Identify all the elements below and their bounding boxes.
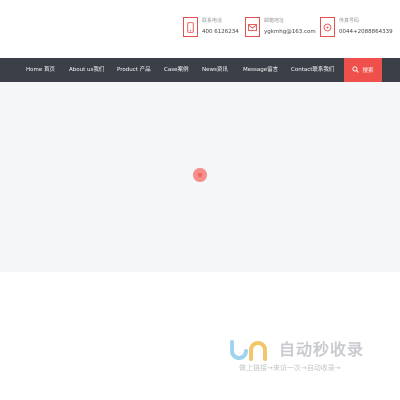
nav-item-home[interactable]: Home 首页: [26, 58, 55, 82]
nav-item-case[interactable]: Case案例: [164, 58, 188, 82]
contact-value: 400 6126234: [202, 29, 239, 35]
search-icon: [352, 65, 360, 75]
loading-dot: [198, 173, 202, 177]
contact-label: 联系电话: [202, 18, 223, 24]
loading-spinner-icon: [193, 168, 207, 182]
contact-label: 邮箱地址: [264, 18, 285, 24]
contact-label: 传真号码: [339, 18, 360, 24]
phone-icon: [183, 17, 198, 37]
mail-icon: [245, 17, 260, 37]
fax-icon: [320, 17, 335, 37]
watermark-logo-icon: [230, 340, 267, 361]
nav-item-product[interactable]: Product 产品: [117, 58, 151, 82]
nav-item-message[interactable]: Message留言: [243, 58, 278, 82]
watermark-subtitle: 做上链接→来访一次→自动收录→: [239, 364, 341, 372]
top-contact-bar: 联系电话 400 6126234 邮箱地址 ygkmhg@163.com 传真号…: [0, 0, 400, 58]
contact-value: 0044+2088864339: [339, 29, 393, 35]
search-button[interactable]: 搜索: [344, 58, 382, 82]
watermark: 自动秒收录 做上链接→来访一次→自动收录→: [229, 337, 389, 377]
contact-value: ygkmhg@163.com: [264, 29, 316, 35]
nav-item-about[interactable]: About us我们: [69, 58, 104, 82]
watermark-title: 自动秒收录: [279, 340, 365, 359]
main-nav: Home 首页 About us我们 Product 产品 Case案例 New…: [0, 58, 400, 82]
nav-item-news[interactable]: News资讯: [202, 58, 228, 82]
nav-item-contact[interactable]: Contact联系我们: [291, 58, 334, 82]
search-label: 搜索: [362, 68, 374, 74]
